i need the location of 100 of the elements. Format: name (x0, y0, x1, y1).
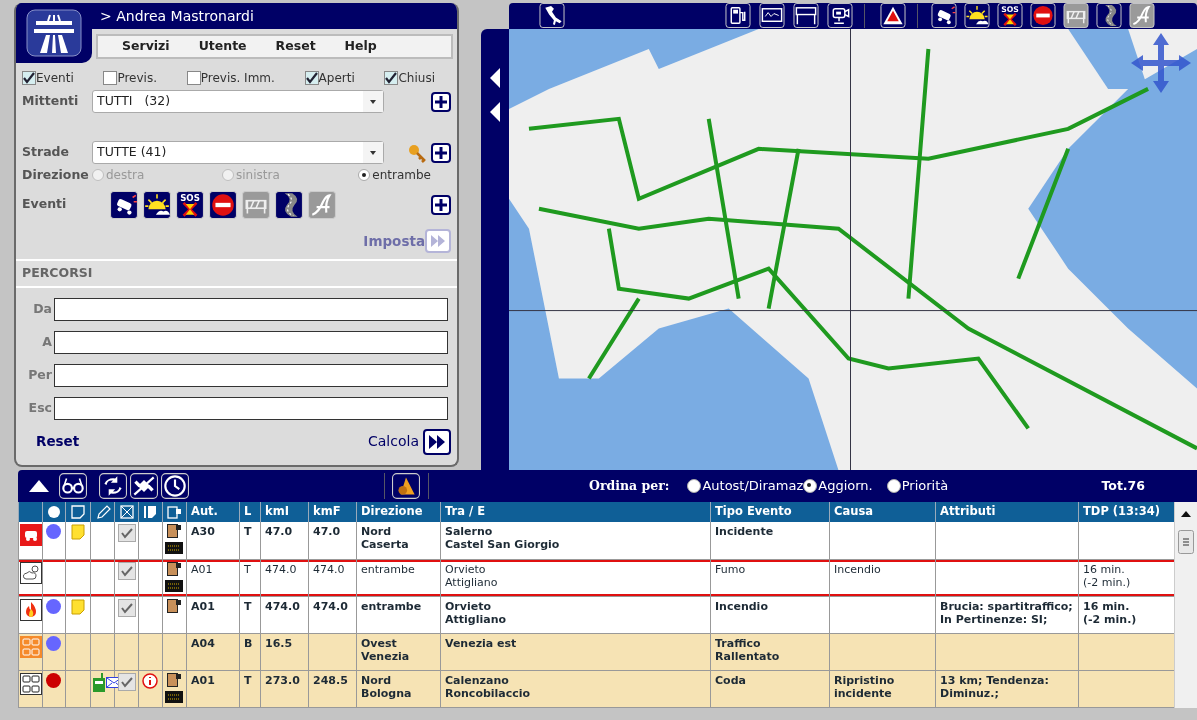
glasses-icon[interactable] (59, 473, 87, 499)
checkbox[interactable] (117, 561, 136, 580)
radio-button[interactable] (886, 479, 901, 493)
collapse-up-icon[interactable] (28, 479, 50, 493)
satellite-icon[interactable] (130, 473, 158, 499)
checkbox[interactable] (117, 672, 136, 691)
road-icon[interactable] (1095, 3, 1123, 29)
table-cell: Nord Caserta (356, 522, 441, 559)
dot-icon[interactable] (45, 503, 62, 520)
column-header[interactable]: Causa (829, 502, 936, 522)
column-header[interactable]: Aut. (186, 502, 240, 522)
message-sign-icon[interactable] (758, 3, 786, 29)
table-cell: Nord Bologna (356, 670, 441, 707)
checkbox[interactable] (117, 598, 136, 617)
table-cell: T (239, 559, 261, 596)
dropdown[interactable]: TUTTE (41) (92, 141, 384, 164)
checkbox[interactable] (186, 71, 201, 85)
camera-icon[interactable] (826, 3, 854, 29)
table-cell: T (239, 596, 261, 633)
fast-forward-icon (425, 228, 451, 253)
collapse-arrow-icon[interactable] (489, 100, 501, 123)
car-icon[interactable] (930, 3, 958, 29)
checkbox-icon[interactable] (118, 503, 135, 520)
display-icon[interactable] (165, 579, 184, 592)
route-field[interactable] (54, 363, 448, 387)
warning-icon[interactable] (879, 3, 907, 29)
column-header[interactable]: Tipo Evento (710, 502, 830, 522)
table-cell: Venezia est (440, 633, 711, 670)
document-icon[interactable] (167, 524, 182, 538)
display-icon[interactable] (165, 690, 184, 703)
table-cell: T (239, 670, 261, 707)
checkbox[interactable] (384, 71, 399, 85)
pencil-icon[interactable] (94, 503, 111, 520)
checkbox[interactable] (103, 71, 118, 85)
checkbox-label: Previs. Imm. (200, 70, 275, 87)
menu-link[interactable]: Servizi (122, 37, 170, 56)
italy-map-icon[interactable] (538, 3, 566, 29)
column-header[interactable]: Attributi (935, 502, 1079, 522)
road-icon[interactable] (275, 190, 303, 219)
route-field[interactable] (54, 297, 448, 321)
route-field[interactable] (54, 330, 448, 354)
table-cell: Traffico Rallentato (710, 633, 830, 670)
scrollbar-thumb[interactable] (1177, 530, 1194, 554)
radio-button[interactable] (687, 479, 702, 493)
sun-icon[interactable] (963, 3, 991, 29)
field-label: A (41, 332, 53, 351)
collapse-arrow-icon[interactable] (489, 66, 501, 89)
radio-button[interactable] (803, 479, 818, 493)
menu-link[interactable]: Help (344, 37, 377, 56)
caret-icon[interactable] (363, 142, 383, 163)
field-label: Direzione (22, 166, 90, 184)
table-cell: 16 min. (-2 min.) (1078, 559, 1174, 596)
no-entry-icon[interactable] (209, 190, 237, 219)
sos-icon[interactable]: SOS (996, 3, 1024, 29)
gantry-icon[interactable] (792, 3, 820, 29)
calculate-button[interactable]: Calcola (368, 428, 451, 455)
document-icon[interactable] (142, 503, 159, 520)
caret-icon[interactable] (363, 91, 383, 112)
checkbox[interactable] (304, 71, 319, 85)
clock-icon[interactable] (161, 473, 189, 499)
radio-label: Priorità (901, 477, 949, 496)
add-icon[interactable] (431, 142, 451, 163)
info-icon[interactable] (142, 672, 159, 689)
radio-button[interactable] (358, 169, 371, 182)
column-header[interactable]: L (239, 502, 261, 522)
sun-icon[interactable] (143, 190, 171, 219)
column-header[interactable]: TDP (13:34) (1078, 502, 1174, 522)
phone-icon[interactable] (92, 672, 106, 693)
dropdown[interactable]: TUTTI (32) (92, 90, 384, 113)
table-cell: 474.0 (260, 559, 309, 596)
refresh-icon[interactable] (99, 473, 127, 499)
checkbox-label: Aperti (318, 70, 355, 87)
column-header[interactable]: Direzione (356, 502, 441, 522)
column-header[interactable]: kmF (308, 502, 357, 522)
document-icon[interactable] (167, 672, 182, 687)
add-icon[interactable] (431, 91, 451, 112)
column-header[interactable]: kmI (260, 502, 309, 522)
note-icon[interactable] (70, 503, 86, 520)
display-icon[interactable] (165, 542, 184, 554)
sos-icon[interactable]: SOS (176, 190, 204, 219)
document-icon[interactable] (167, 561, 182, 576)
alert-icon[interactable] (392, 473, 420, 499)
car-icon[interactable] (110, 190, 138, 219)
fuel-pump-icon[interactable] (724, 3, 752, 29)
add-icon[interactable] (431, 194, 451, 215)
menu-link[interactable]: Reset (275, 37, 316, 56)
table-cell: 248.5 (308, 670, 357, 707)
display-icon[interactable] (166, 503, 183, 520)
column-header[interactable]: Tra / E (440, 502, 711, 522)
no-entry-icon[interactable] (1029, 3, 1057, 29)
menu-link[interactable]: Utente (198, 37, 247, 56)
document-icon[interactable] (167, 598, 182, 613)
route-field[interactable] (54, 396, 448, 420)
reset-link[interactable]: Reset (36, 431, 80, 452)
table-cell: Incendio (829, 559, 936, 596)
checkbox[interactable] (117, 524, 136, 542)
table-cell: 273.0 (260, 670, 309, 707)
table-cell: Orvieto Attigliano (440, 596, 711, 633)
checkbox[interactable] (22, 71, 36, 85)
field-label: Per (27, 365, 53, 384)
